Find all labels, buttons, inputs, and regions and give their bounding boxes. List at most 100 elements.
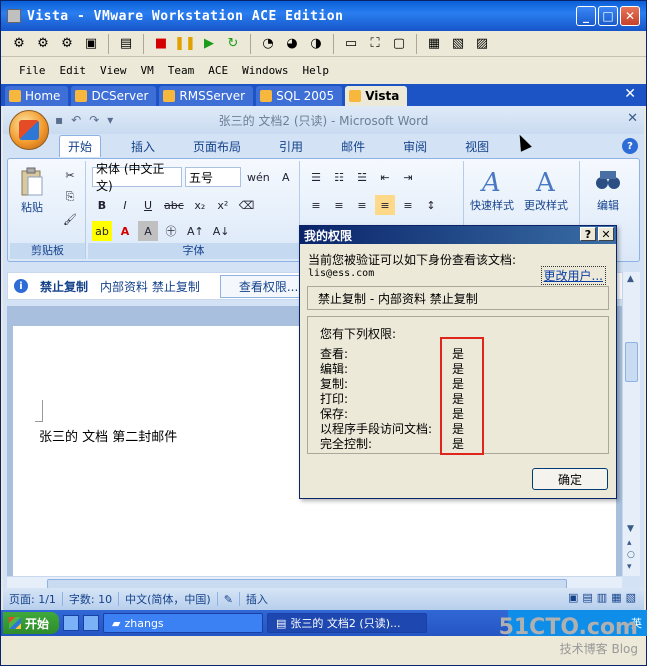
cut-icon[interactable]: ✂ [60,165,80,185]
minimize-button[interactable]: _ [576,6,596,26]
menu-view[interactable]: View [100,64,127,77]
font-size-box[interactable]: 五号 [185,167,241,187]
play-icon[interactable]: ▶ [199,34,219,54]
shrink-font-icon[interactable]: A↓ [210,221,233,241]
snapshot-manager-icon[interactable]: ⚙ [57,34,77,54]
pause-icon[interactable]: ❚❚ [174,34,196,54]
stop-icon[interactable]: ■ [151,34,171,54]
tab-home[interactable]: Home [5,86,69,106]
prev-page-icon[interactable]: ▴ [627,538,632,548]
align-left-icon[interactable]: ≡ [306,195,326,215]
fullscreen-icon[interactable]: ⛶ [365,34,385,54]
quick-launch-icon[interactable] [83,615,100,631]
clone-icon[interactable]: ▣ [81,34,101,54]
help-icon[interactable]: ? [622,138,638,154]
undo-icon[interactable]: ↶ [71,113,81,127]
font-name-box[interactable]: 宋体 (中文正文) [92,162,182,193]
redo-icon[interactable]: ↷ [89,113,99,127]
status-insert-mode[interactable]: 插入 [246,591,268,607]
quick-switch-icon[interactable]: ▢ [389,34,409,54]
menu-team[interactable]: Team [168,64,195,77]
italic-button[interactable]: I [115,195,135,215]
customize-qat-icon[interactable]: ▾ [107,113,113,127]
sidebar-icon[interactable]: ▭ [341,34,361,54]
tab-rmsserver[interactable]: RMSServer [159,86,254,106]
underline-button[interactable]: U [138,195,158,215]
change-styles-button[interactable]: A 更改样式 [524,165,568,213]
ribbon-tab-layout[interactable]: 页面布局 [185,136,249,157]
highlight-icon[interactable]: ab [92,221,112,241]
close-tab-icon[interactable]: ✕ [624,86,636,102]
ribbon-tab-references[interactable]: 引用 [271,136,311,157]
vertical-scrollbar[interactable]: ▲ ▼ ▴ ○ ▾ [622,272,640,576]
appliance-view-icon[interactable]: ▨ [472,34,492,54]
increase-indent-icon[interactable]: ⇥ [398,167,418,187]
editing-button[interactable]: 编辑 [592,165,624,213]
scroll-thumb[interactable] [625,342,638,382]
char-border-icon[interactable]: A [276,167,296,187]
multilevel-list-icon[interactable]: ☱ [352,167,372,187]
phonetic-guide-icon[interactable]: wén [244,167,273,187]
quick-launch-icon[interactable] [63,615,80,631]
scroll-down-icon[interactable]: ▼ [627,524,634,534]
menu-help[interactable]: Help [302,64,329,77]
numbering-icon[interactable]: ☷ [329,167,349,187]
web-layout-icon[interactable]: ▥ [597,591,607,604]
ribbon-tab-view[interactable]: 视图 [457,136,497,157]
ribbon-tab-review[interactable]: 审阅 [395,136,435,157]
maximize-button[interactable]: □ [598,6,618,26]
quick-styles-button[interactable]: A 快速样式 [470,165,514,213]
justify-icon[interactable]: ≡ [375,195,395,215]
strikethrough-button[interactable]: abc [161,195,187,215]
snapshot-icon[interactable]: ⚙ [9,34,29,54]
decrease-indent-icon[interactable]: ⇤ [375,167,395,187]
outline-icon[interactable]: ▦ [611,591,621,604]
format-painter-icon[interactable]: 🖌 [60,209,80,229]
console-view-icon[interactable]: ▧ [448,34,468,54]
enclose-char-icon[interactable]: ㊉ [161,221,181,241]
align-center-icon[interactable]: ≡ [329,195,349,215]
full-screen-reading-icon[interactable]: ▤ [582,591,592,604]
align-right-icon[interactable]: ≡ [352,195,372,215]
snapshot-restore-icon[interactable]: ◕ [282,34,302,54]
ribbon-tab-mailings[interactable]: 邮件 [333,136,373,157]
status-page[interactable]: 页面: 1/1 [9,591,56,607]
tab-vista[interactable]: Vista [345,86,408,106]
grow-font-icon[interactable]: A↑ [184,221,207,241]
dialog-close-button[interactable]: ✕ [598,227,614,241]
menu-windows[interactable]: Windows [242,64,288,77]
menu-vm[interactable]: VM [141,64,154,77]
line-spacing-icon[interactable]: ↕ [421,195,441,215]
copy-icon[interactable]: ⎘ [60,187,80,207]
ribbon-tab-insert[interactable]: 插入 [123,136,163,157]
document-text[interactable]: 张三的 文档 第二封邮件 [39,426,177,445]
tab-dcserver[interactable]: DCServer [71,86,157,106]
status-words[interactable]: 字数: 10 [69,591,112,607]
reset-icon[interactable]: ↻ [223,34,243,54]
font-color-icon[interactable]: A [115,221,135,241]
menu-edit[interactable]: Edit [60,64,87,77]
draft-icon[interactable]: ▧ [626,591,636,604]
save-icon[interactable]: ▪ [55,113,63,127]
paste-button[interactable]: 粘贴 [16,167,48,215]
change-user-link[interactable]: 更改用户... [540,266,606,285]
bullets-icon[interactable]: ☰ [306,167,326,187]
snapshot-take-icon[interactable]: ◔ [258,34,278,54]
revert-snapshot-icon[interactable]: ⚙ [33,34,53,54]
task-zhangs[interactable]: ▰ zhangs [103,613,264,633]
clear-format-icon[interactable]: ⌫ [236,195,258,215]
next-page-icon[interactable]: ▾ [627,562,632,572]
console-icon[interactable]: ▤ [116,34,136,54]
superscript-button[interactable]: x² [213,195,233,215]
char-shading-icon[interactable]: A [138,221,158,241]
menu-ace[interactable]: ACE [208,64,228,77]
menu-file[interactable]: File [19,64,46,77]
browse-object-icon[interactable]: ○ [627,550,635,560]
dialog-help-button[interactable]: ? [580,227,596,241]
task-word-document[interactable]: ▤ 张三的 文档2 (只读)... [267,613,428,633]
snapshot-list-icon[interactable]: ◑ [306,34,326,54]
tab-sql2005[interactable]: SQL 2005 [256,86,343,106]
print-layout-icon[interactable]: ▣ [568,591,578,604]
office-button[interactable] [9,110,49,150]
spelling-icon[interactable]: ✎ [224,593,233,606]
